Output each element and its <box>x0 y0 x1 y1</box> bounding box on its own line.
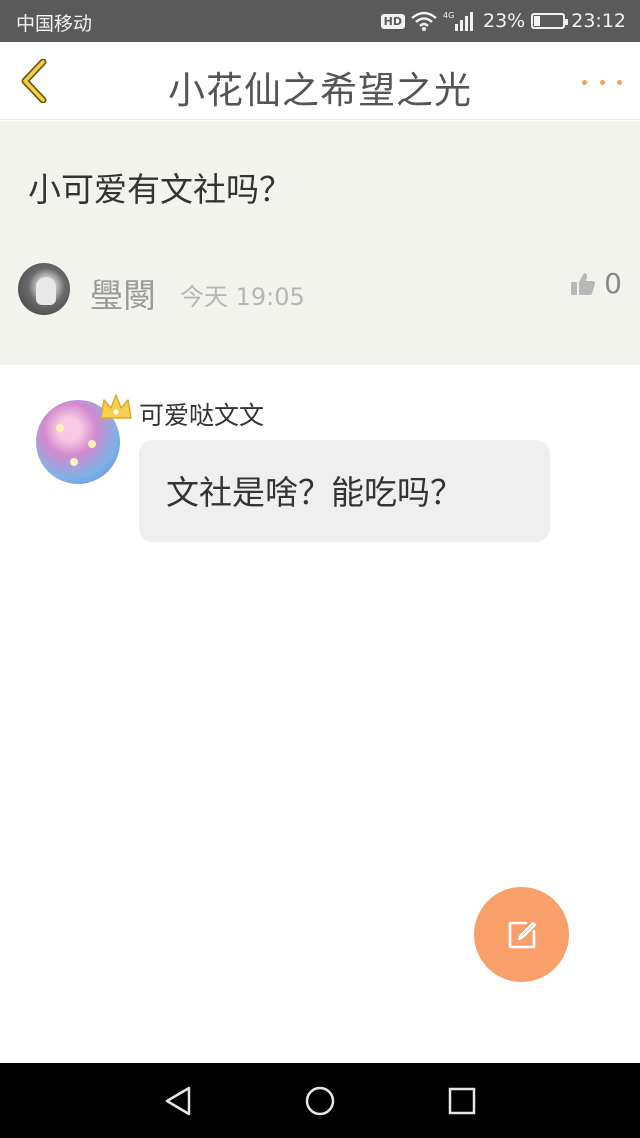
avatar-sparkle <box>56 424 64 432</box>
triangle-back-icon <box>165 1086 191 1116</box>
author-avatar[interactable] <box>18 263 70 315</box>
more-dot-icon <box>599 79 605 85</box>
thumbs-up-icon <box>571 272 596 295</box>
reply-item: 可爱哒文文 文社是啥？能吃吗？ <box>36 392 596 552</box>
like-button[interactable]: 0 <box>570 267 622 300</box>
compose-button[interactable] <box>474 887 569 982</box>
more-dot-icon <box>617 79 622 85</box>
page-title: 小花仙之希望之光 <box>168 69 472 112</box>
crown-icon <box>100 394 132 419</box>
system-nav-bar <box>0 1063 640 1138</box>
avatar-hand-graphic <box>36 277 56 305</box>
battery-fill <box>534 16 541 26</box>
post-card: 小可爱有文社吗？ 璺閿 今天 19:05 0 <box>0 121 640 365</box>
nav-back-button[interactable] <box>158 1081 198 1121</box>
edit-icon <box>508 921 536 948</box>
like-count: 0 <box>604 267 622 300</box>
battery-percent: 23% <box>483 10 526 32</box>
wifi-icon <box>411 11 437 31</box>
circle-home-icon <box>305 1086 335 1116</box>
post-time: 今天 19:05 <box>180 283 305 311</box>
post-meta: 璺閿 今天 19:05 0 <box>18 261 622 317</box>
more-button[interactable] <box>582 72 622 92</box>
nav-home-button[interactable] <box>300 1081 340 1121</box>
status-bar: 中国移动 HD 4G 23% 23:12 <box>0 0 640 42</box>
hd-badge: HD <box>380 13 405 29</box>
chevron-left-icon <box>21 59 47 103</box>
carrier-label: 中国移动 <box>16 13 93 35</box>
author-name[interactable]: 璺閿 <box>90 269 156 317</box>
avatar-sparkle <box>70 458 78 466</box>
nav-recents-button[interactable] <box>442 1081 482 1121</box>
avatar-sparkle <box>88 440 96 448</box>
back-button[interactable] <box>10 56 58 106</box>
reply-bubble: 文社是啥？能吃吗？ <box>139 440 550 542</box>
reply-message: 文社是啥？能吃吗？ <box>166 473 463 512</box>
post-question: 小可爱有文社吗？ <box>28 170 292 209</box>
square-recents-icon <box>448 1087 476 1115</box>
status-icons: HD 4G 23% 23:12 <box>380 8 626 34</box>
more-dot-icon <box>582 79 587 85</box>
battery-icon <box>531 13 569 29</box>
clock: 23:12 <box>571 10 626 32</box>
app-header: 小花仙之希望之光 <box>0 42 640 120</box>
network-type-label: 4G <box>443 11 454 20</box>
reply-username[interactable]: 可爱哒文文 <box>139 396 264 432</box>
signal-icon: 4G <box>443 11 473 31</box>
